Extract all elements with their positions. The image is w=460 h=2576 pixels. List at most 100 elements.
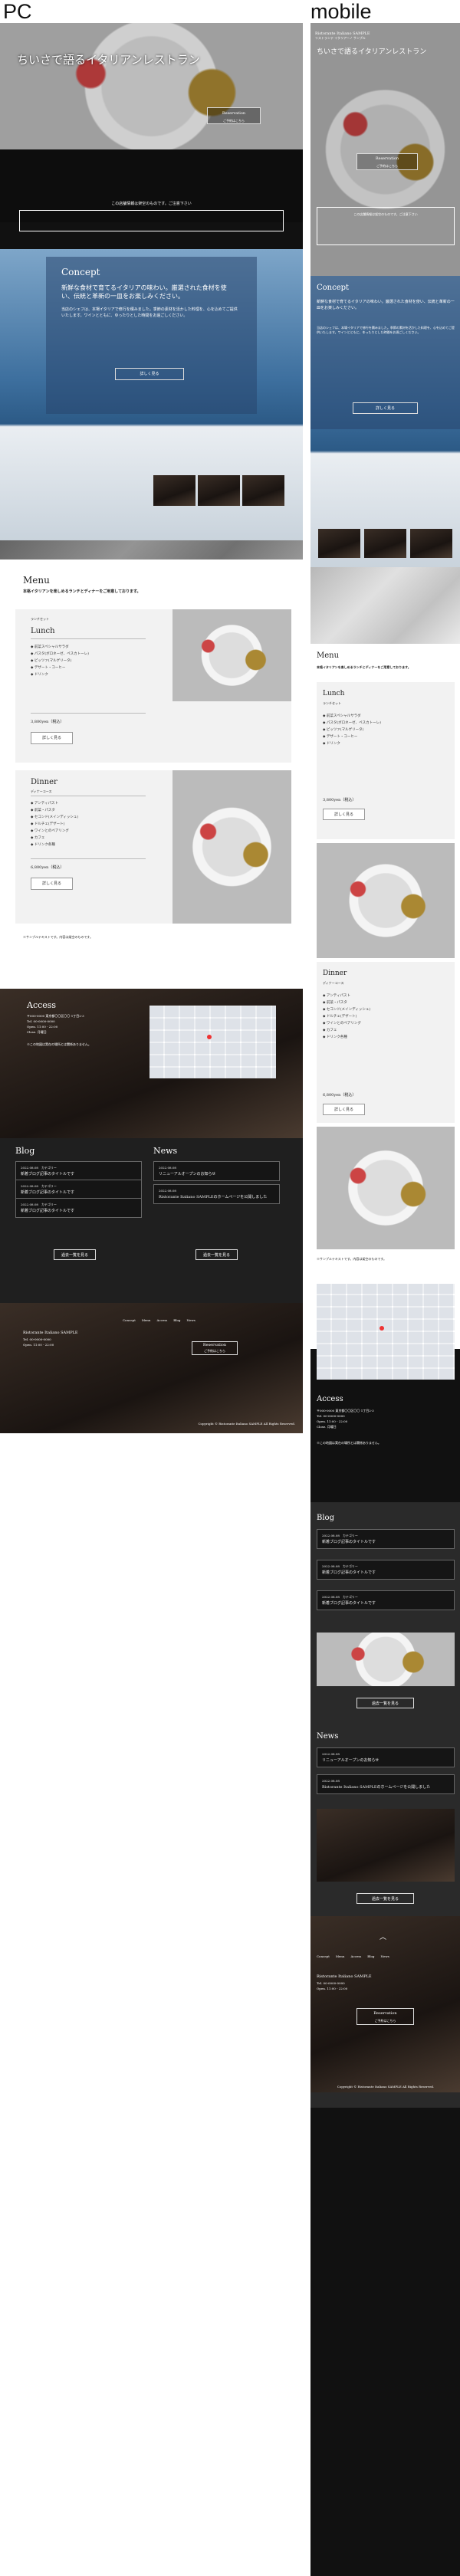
concept-thumb-3 (242, 475, 284, 506)
menu-item: ◆ アンティパスト (323, 994, 350, 998)
m-lunch-list: ◆ 前菜スペシャルサラダ ◆ パスタ(ボロネーゼ、ペスカトーレ) ◆ ピッツァ(マル… (323, 713, 381, 747)
lunch-image (172, 609, 291, 701)
footer-nav: Concept Menu Access Blog News (123, 1318, 202, 1323)
menu-item: ◆ 前菜・パスタ (31, 809, 55, 812)
concept-lead: 新鮮な食材で育てるイタリアの味わい。厳選された食材を使い、伝統と革新の一皿をお楽… (61, 284, 227, 300)
menu-item: ◆ カフェ (323, 1029, 337, 1032)
news-more-button[interactable]: 過去一覧を見る (196, 1249, 238, 1260)
concept-thumb-2 (198, 475, 240, 506)
access-title: Access (27, 1000, 57, 1010)
footer-nav-link[interactable]: Access (350, 1954, 361, 1958)
footer-nav-link[interactable]: News (186, 1318, 195, 1322)
lunch-button[interactable]: 詳しく見る (31, 732, 73, 744)
lunch-menu-list: ◆ 前菜スペシャルサラダ ◆ パスタ(ボロネーゼ、ペスカトーレ) ◆ ピッツァ(マル… (31, 644, 89, 678)
menu-item: ◆ ピッツァ(マルゲリータ) (31, 659, 72, 663)
m-dinner-button[interactable]: 詳しく見る (323, 1104, 365, 1115)
copyright: Copyright © Ristorante Italiano SAMPLE A… (198, 1422, 295, 1426)
news-title: News (153, 1146, 178, 1156)
blog-title: Blog (15, 1146, 35, 1156)
menu-item: ◆ ワインとのペアリング (323, 1022, 361, 1025)
pc-header: PC (3, 0, 32, 23)
m-notice: この店舗情報は架空のものです。ご注意下さい (317, 207, 455, 245)
menu-item: ◆ ドルチェ(デザート) (323, 1015, 357, 1019)
m-lunch-image (317, 843, 455, 958)
mobile-header: mobile (310, 0, 372, 23)
m-dinner-title: Dinner (323, 970, 347, 977)
footer-nav-link[interactable]: Access (156, 1318, 167, 1322)
blog-more-button[interactable]: 過去一覧を見る (54, 1249, 96, 1260)
menu-item: ◆ パスタ(ボロネーゼ、ペスカトーレ) (31, 652, 89, 656)
menu-note: ※サンプルテキストです。内容は架空のものです。 (23, 935, 93, 939)
m-concept-button[interactable]: 詳しく見る (353, 402, 418, 414)
m-reservation-button[interactable]: Reservation ご予約はこちら (356, 153, 418, 170)
notice-box (19, 210, 284, 231)
concept-body: 当店のシェフは、本場イタリアで修行を積みました。季節の素材を活かした料理を、心を… (61, 307, 238, 318)
access-map[interactable] (150, 1006, 276, 1078)
blog-entry[interactable]: 2022.08.08 カテゴリー 新着ブログ記事のタイトルです (15, 1180, 142, 1199)
footer-reservation-button[interactable]: Reservation ご予約はこちら (192, 1341, 238, 1355)
menu-lead: 本格イタリアンを楽しめるランチとディナーをご用意しております。 (23, 589, 141, 594)
blog-entry[interactable]: 2022.08.08 カテゴリー 新着ブログ記事のタイトルです (15, 1161, 142, 1181)
menu-item: ◆ ドリンク各種 (31, 843, 55, 847)
dinner-button[interactable]: 詳しく見る (31, 878, 73, 890)
m-blog-title: Blog (317, 1514, 334, 1522)
menu-item: ◆ 前菜・パスタ (323, 1001, 347, 1005)
footer-nav-link[interactable]: Blog (367, 1954, 374, 1958)
m-dinner-list: ◆ アンティパスト ◆ 前菜・パスタ ◆ セコンド(メインディッシュ) ◆ ドルチェ(… (323, 993, 370, 1041)
blog-entry[interactable]: 2022.08.08 カテゴリー 新着ブログ記事のタイトルです (317, 1560, 455, 1580)
m-access-map[interactable] (317, 1284, 455, 1380)
footer-nav-link[interactable]: Concept (123, 1318, 136, 1322)
menu-item: ◆ ドリンク (31, 673, 48, 677)
m-news-more-button[interactable]: 過去一覧を見る (356, 1893, 414, 1904)
news-entry[interactable]: 2022.08.08 Ristorante Italiano SAMPLEのホーム… (317, 1774, 455, 1794)
concept-title: Concept (61, 267, 100, 277)
access-note: ※この地図は実在の場所とは関係ありません。 (27, 1042, 91, 1046)
menu-item: ◆ デザート・コーヒー (31, 666, 66, 670)
footer-nav-link[interactable]: Menu (142, 1318, 151, 1322)
lunch-title: Lunch (31, 627, 55, 635)
reservation-button[interactable]: Reservation ご予約はこちら (207, 107, 261, 124)
menu-item: ◆ ドリンク各種 (323, 1035, 347, 1039)
dinner-image (172, 770, 291, 924)
m-scroll-top-icon[interactable]: ︿ (380, 1931, 386, 1941)
m-footer-nav: Concept Menu Access Blog News (317, 1954, 455, 1959)
concept-thumb-1 (153, 475, 196, 506)
blog-entry[interactable]: 2022.08.08 カテゴリー 新着ブログ記事のタイトルです (317, 1529, 455, 1549)
hero-title: ちいさで語るイタリアンレストラン (17, 53, 200, 67)
m-news-title: News (317, 1732, 339, 1741)
m-dinner-image (317, 1127, 455, 1249)
m-concept-title: Concept (317, 284, 350, 292)
menu-item: ◆ カフェ (31, 836, 45, 840)
menu-item: ◆ セコンド(メインディッシュ) (31, 815, 79, 819)
notice-text: この店舗情報は架空のものです。ご注意下さい (111, 202, 192, 206)
mobile-layout: Ristorante Italiano SAMPLE リストランテ イタリアーノ… (310, 23, 460, 2576)
footer-nav-link[interactable]: Blog (173, 1318, 180, 1322)
menu-item: ◆ デザート・コーヒー (323, 735, 358, 739)
menu-item: ◆ ピッツァ(マルゲリータ) (323, 728, 364, 732)
menu-item: ◆ ドルチェ(デザート) (31, 822, 65, 826)
m-lunch-button[interactable]: 詳しく見る (323, 809, 365, 820)
footer-nav-link[interactable]: Menu (336, 1954, 345, 1958)
menu-item: ◆ セコンド(メインディッシュ) (323, 1008, 371, 1012)
m-menu-title: Menu (317, 651, 340, 660)
news-entry[interactable]: 2022.08.08 Ristorante Italiano SAMPLEのホーム… (153, 1184, 280, 1204)
menu-item: ◆ アンティパスト (31, 802, 58, 806)
footer-nav-link[interactable]: Concept (317, 1954, 330, 1958)
news-entry[interactable]: 2022.08.08 リニューアルオープンのお知らせ (317, 1747, 455, 1767)
menu-item: ◆ 前菜スペシャルサラダ (323, 714, 361, 718)
m-footer-reservation-button[interactable]: Reservation ご予約はこちら (356, 2008, 414, 2025)
blog-entry[interactable]: 2022.08.08 カテゴリー 新着ブログ記事のタイトルです (15, 1198, 142, 1218)
m-blog-more-button[interactable]: 過去一覧を見る (356, 1698, 414, 1708)
footer-nav-link[interactable]: News (380, 1954, 389, 1958)
news-entry[interactable]: 2022.08.08 リニューアルオープンのお知らせ (153, 1161, 280, 1181)
dinner-menu-list: ◆ アンティパスト ◆ 前菜・パスタ ◆ セコンド(メインディッシュ) ◆ ドルチェ(… (31, 800, 78, 848)
dinner-price: 6,800yen（税込） (31, 865, 64, 870)
concept-button[interactable]: 詳しく見る (115, 368, 184, 380)
menu-item: ◆ 前菜スペシャルサラダ (31, 645, 69, 649)
lunch-price: 3,800yen（税込） (31, 720, 64, 724)
m-access-title: Access (317, 1395, 343, 1403)
m-hero-title: ちいさで語るイタリアンレストラン (317, 48, 427, 56)
menu-item: ◆ ワインとのペアリング (31, 829, 69, 833)
footer-name: Ristorante Italiano SAMPLE (23, 1331, 78, 1335)
blog-entry[interactable]: 2022.08.08 カテゴリー 新着ブログ記事のタイトルです (317, 1590, 455, 1610)
